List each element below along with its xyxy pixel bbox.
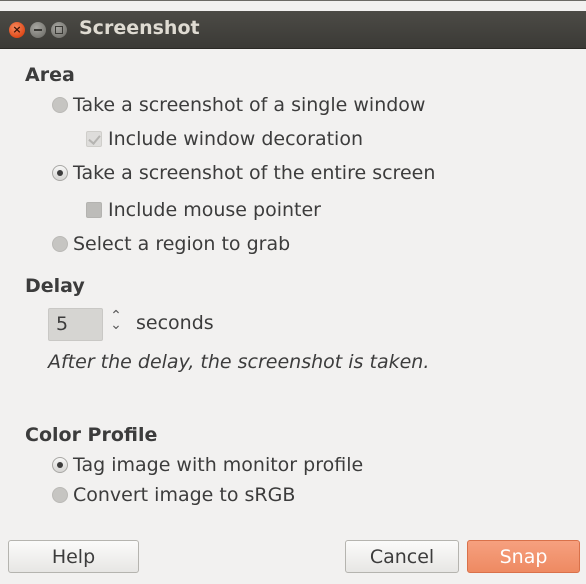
radio-unselected-icon <box>52 487 68 503</box>
window-title: Screenshot <box>79 17 200 39</box>
radio-selected-icon <box>52 165 68 181</box>
radio-select-region[interactable]: Select a region to grab <box>52 231 290 257</box>
screenshot-dialog: × Screenshot Area Take a screenshot of a… <box>0 0 586 584</box>
checkbox-include-window-decoration-label: Include window decoration <box>108 128 363 150</box>
delay-unit-label: seconds <box>136 312 214 334</box>
radio-tag-monitor-profile[interactable]: Tag image with monitor profile <box>52 452 363 478</box>
checkbox-checked-icon <box>86 131 102 147</box>
delay-spin-input[interactable]: 5 <box>48 308 103 341</box>
delay-heading: Delay <box>25 275 85 297</box>
delay-note: After the delay, the screenshot is taken… <box>48 351 430 373</box>
color-profile-heading: Color Profile <box>25 424 158 446</box>
delay-value: 5 <box>56 313 69 335</box>
help-button[interactable]: Help <box>8 540 139 573</box>
spin-arrows-icon[interactable]: ⌃ ⌄ <box>110 309 122 332</box>
title-bar: × Screenshot <box>0 11 586 49</box>
area-heading: Area <box>25 64 75 86</box>
close-icon[interactable]: × <box>9 22 25 38</box>
radio-convert-srgb-label: Convert image to sRGB <box>73 484 296 506</box>
radio-unselected-icon <box>52 97 68 113</box>
checkbox-include-mouse-pointer[interactable]: Include mouse pointer <box>86 197 321 223</box>
radio-select-region-label: Select a region to grab <box>73 233 291 255</box>
radio-convert-srgb[interactable]: Convert image to sRGB <box>52 482 295 508</box>
radio-unselected-icon <box>52 236 68 252</box>
cancel-button[interactable]: Cancel <box>345 540 459 573</box>
checkbox-include-mouse-pointer-label: Include mouse pointer <box>108 199 321 221</box>
radio-tag-monitor-profile-label: Tag image with monitor profile <box>73 454 364 476</box>
snap-button[interactable]: Snap <box>467 540 580 573</box>
checkbox-unchecked-icon <box>86 202 102 218</box>
radio-entire-screen-label: Take a screenshot of the entire screen <box>73 162 436 184</box>
maximize-icon[interactable] <box>51 22 67 38</box>
radio-single-window[interactable]: Take a screenshot of a single window <box>52 92 425 118</box>
checkbox-include-window-decoration[interactable]: Include window decoration <box>86 126 363 152</box>
radio-single-window-label: Take a screenshot of a single window <box>73 94 426 116</box>
radio-entire-screen[interactable]: Take a screenshot of the entire screen <box>52 160 435 186</box>
radio-selected-icon <box>52 457 68 473</box>
minimize-icon[interactable] <box>30 22 46 38</box>
